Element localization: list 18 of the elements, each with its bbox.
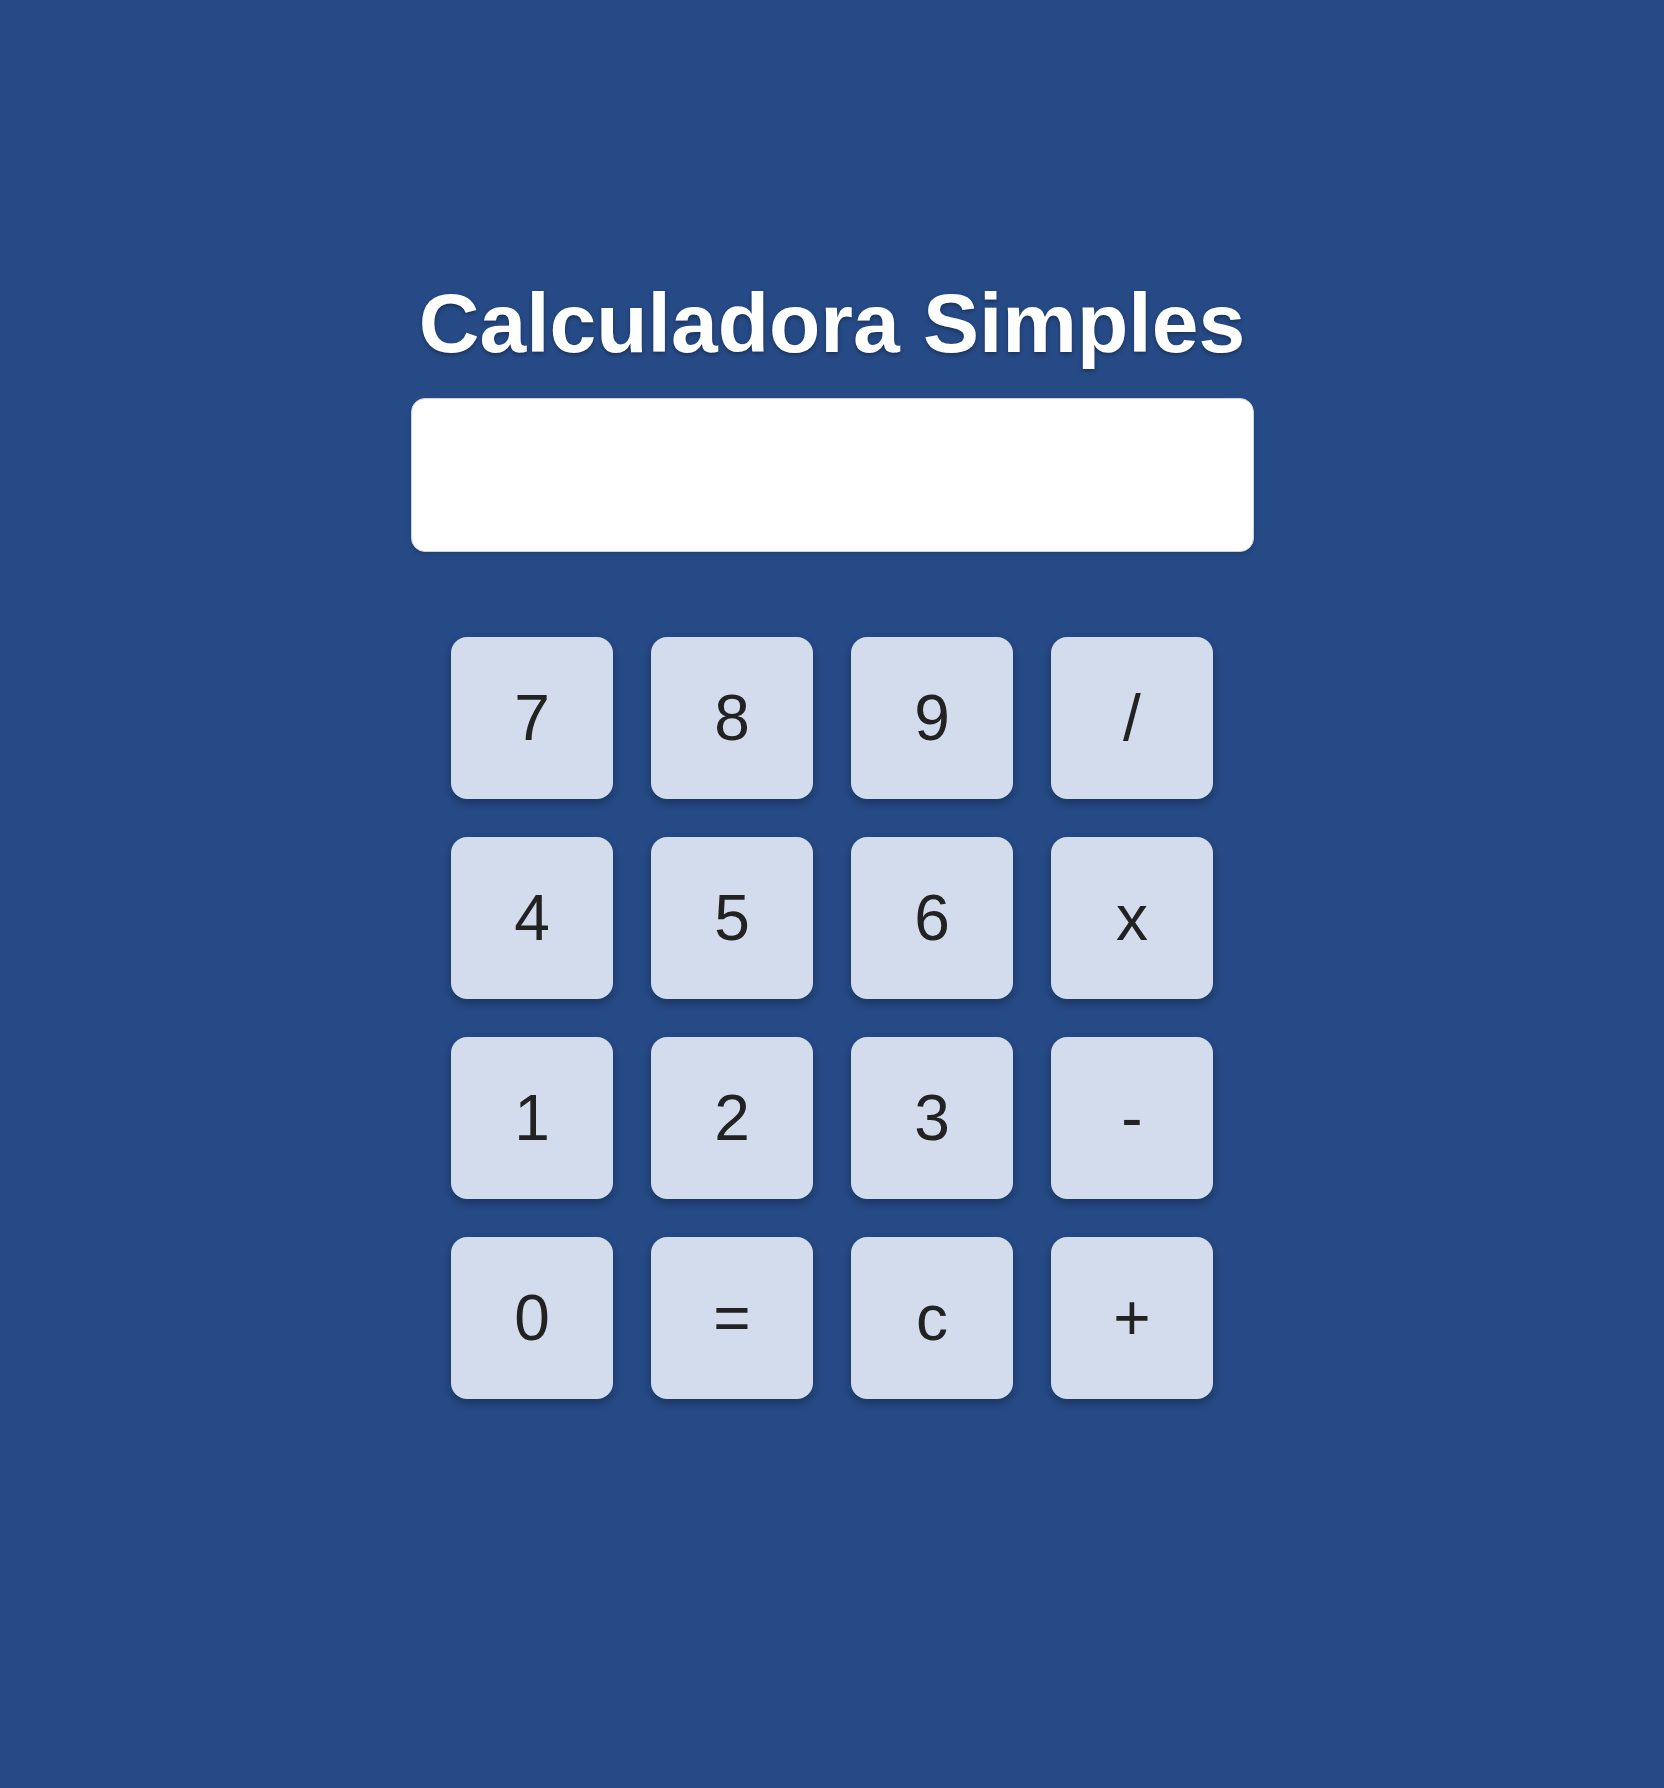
- calculator-key[interactable]: 4: [451, 837, 613, 999]
- calculator-key[interactable]: =: [651, 1237, 813, 1399]
- calculator-key[interactable]: x: [1051, 837, 1213, 999]
- calculator-key[interactable]: +: [1051, 1237, 1213, 1399]
- calculator-key[interactable]: c: [851, 1237, 1013, 1399]
- calculator-key[interactable]: 6: [851, 837, 1013, 999]
- calculator-key[interactable]: 0: [451, 1237, 613, 1399]
- display-field[interactable]: [410, 398, 1254, 552]
- calculator-key[interactable]: 8: [651, 637, 813, 799]
- calculator-key[interactable]: 5: [651, 837, 813, 999]
- calculator-key[interactable]: 9: [851, 637, 1013, 799]
- calculator-key[interactable]: -: [1051, 1037, 1213, 1199]
- calculator-key[interactable]: /: [1051, 637, 1213, 799]
- calculator-key[interactable]: 3: [851, 1037, 1013, 1199]
- calculator-title: Calculadora Simples: [418, 275, 1246, 372]
- calculator-key[interactable]: 1: [451, 1037, 613, 1199]
- calculator-key[interactable]: 7: [451, 637, 613, 799]
- calculator-key[interactable]: 2: [651, 1037, 813, 1199]
